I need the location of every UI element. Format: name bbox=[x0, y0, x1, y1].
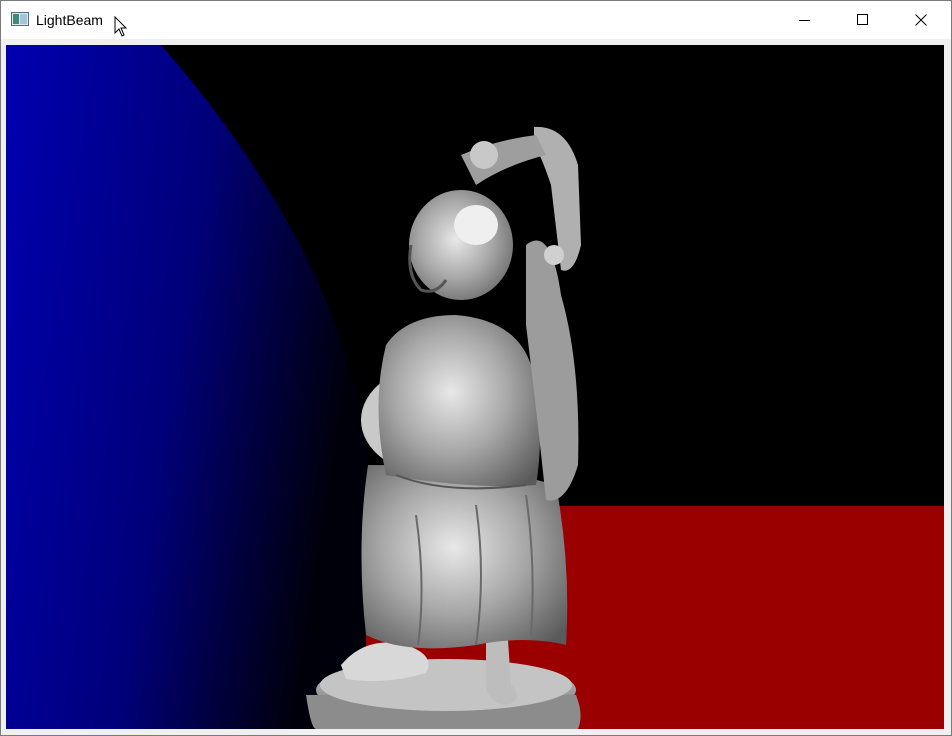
minimize-icon bbox=[799, 20, 810, 21]
maximize-icon bbox=[857, 14, 868, 25]
minimize-button[interactable] bbox=[776, 1, 834, 39]
window-app-icon bbox=[11, 12, 29, 26]
rendered-scene bbox=[6, 45, 944, 729]
title-bar[interactable]: LightBeam bbox=[1, 1, 951, 39]
close-icon bbox=[915, 14, 927, 26]
render-viewport[interactable] bbox=[6, 45, 944, 729]
maximize-button[interactable] bbox=[834, 1, 892, 39]
mouse-pointer-icon bbox=[114, 15, 128, 38]
window-title: LightBeam bbox=[36, 12, 103, 28]
close-button[interactable] bbox=[892, 1, 950, 39]
